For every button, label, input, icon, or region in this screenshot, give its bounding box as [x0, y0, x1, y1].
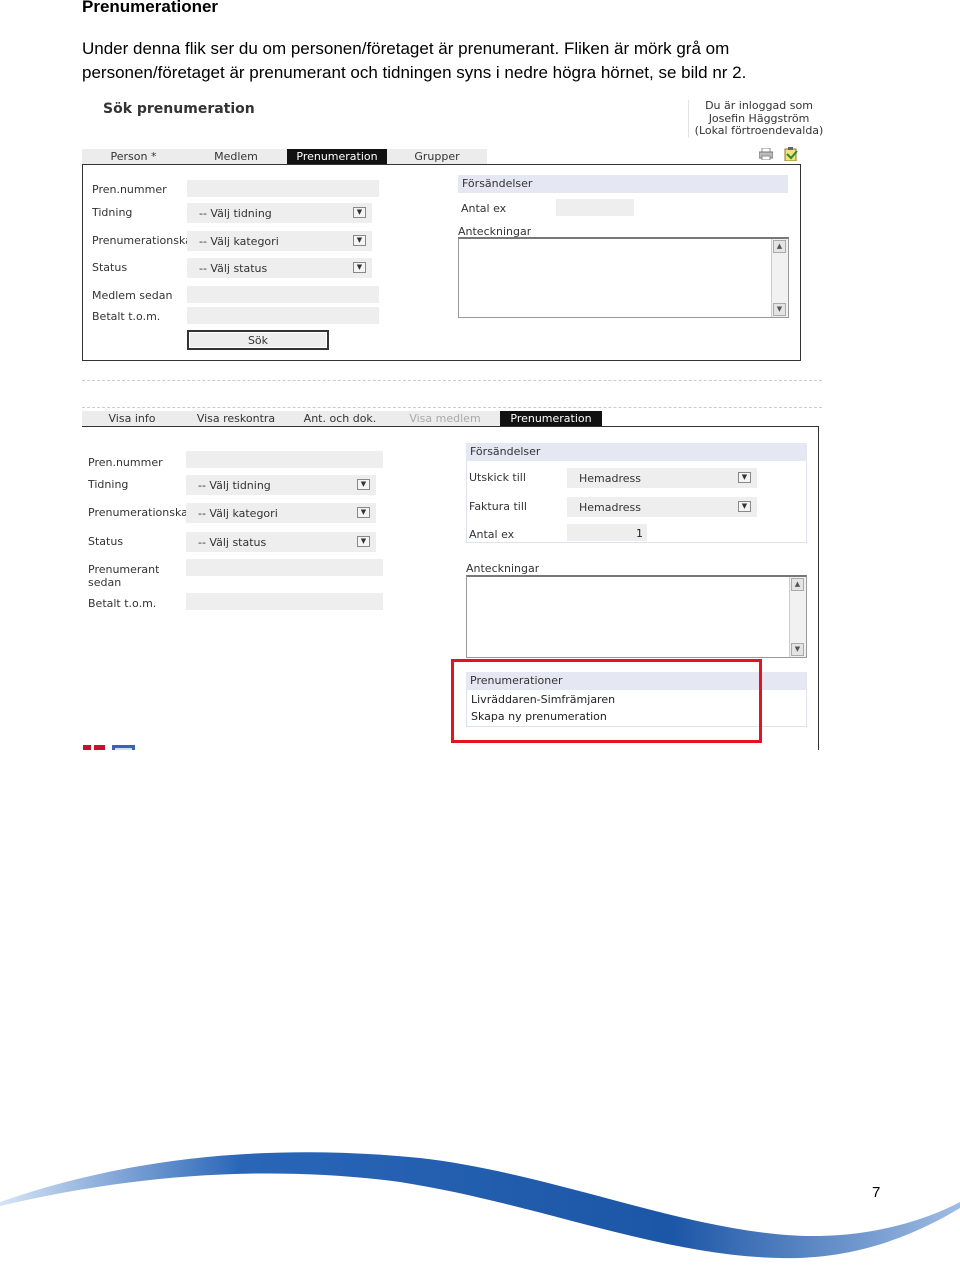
medlem-sedan-input[interactable] — [187, 286, 379, 303]
tidning-select[interactable]: -- Välj tidning ▼ — [186, 475, 376, 495]
forsandelser-header: Försändelser — [458, 175, 788, 193]
kategori-select[interactable]: -- Välj kategori ▼ — [186, 503, 376, 523]
scroll-up-icon[interactable]: ▲ — [773, 240, 786, 253]
panel-right-border — [818, 426, 819, 750]
antal-ex-value: 1 — [636, 527, 643, 540]
page-title: Sök prenumeration — [103, 101, 255, 117]
faktura-select[interactable]: Hemadress ▼ — [567, 497, 757, 517]
betalt-input[interactable] — [186, 593, 383, 610]
tab-visa-medlem[interactable]: Visa medlem — [390, 411, 500, 426]
print-icon[interactable] — [758, 147, 774, 161]
flag-icon — [83, 742, 105, 750]
label-prenumerant-line-2: sedan — [88, 576, 122, 589]
label-antal-ex: Antal ex — [461, 202, 507, 215]
tab-visa-reskontra[interactable]: Visa reskontra — [182, 411, 290, 426]
utskick-select-value: Hemadress — [579, 472, 641, 485]
label-prenumerant-line-1: Prenumerant — [88, 563, 160, 576]
anteckningar-textarea[interactable]: ▲ ▼ — [458, 237, 789, 318]
tab-prenumeration[interactable]: Prenumeration — [287, 149, 387, 164]
pren-nummer-input[interactable] — [187, 180, 379, 197]
panel-top-border — [82, 426, 819, 427]
faktura-select-value: Hemadress — [579, 501, 641, 514]
antal-ex-input[interactable] — [556, 199, 634, 216]
status-select-value: -- Välj status — [199, 262, 268, 275]
scroll-down-icon[interactable]: ▼ — [791, 643, 804, 656]
divider — [82, 380, 822, 381]
tab-medlem[interactable]: Medlem — [185, 149, 287, 164]
tab-visa-info[interactable]: Visa info — [82, 411, 182, 426]
tab-grupper[interactable]: Grupper — [387, 149, 487, 164]
screenshot-subscriber-view: Visa info Visa reskontra Ant. och dok. V… — [0, 400, 960, 760]
label-antal-ex: Antal ex — [469, 528, 515, 541]
clipboard-icon[interactable] — [784, 147, 798, 162]
scroll-up-icon[interactable]: ▲ — [791, 578, 804, 591]
label-betalt: Betalt t.o.m. — [92, 310, 161, 323]
label-kategori: Prenumerationskategori — [92, 234, 187, 247]
scrollbar[interactable]: ▲ ▼ — [771, 239, 788, 317]
label-kategori: Prenumerationskategori — [88, 506, 186, 519]
search-button[interactable]: Sök — [187, 330, 329, 350]
forsandelser-header: Försändelser — [466, 443, 807, 461]
logo-icon — [112, 742, 135, 750]
chevron-down-icon[interactable]: ▼ — [357, 536, 370, 547]
status-select-value: -- Välj status — [198, 536, 267, 549]
label-tidning: Tidning — [92, 206, 133, 219]
label-tidning: Tidning — [88, 478, 129, 491]
tab-person[interactable]: Person * — [82, 149, 185, 164]
label-pren-nummer: Pren.nummer — [92, 183, 167, 196]
kategori-select-value: -- Välj kategori — [198, 507, 278, 520]
tab-bar: Visa info Visa reskontra Ant. och dok. V… — [82, 411, 602, 426]
chevron-down-icon[interactable]: ▼ — [738, 472, 751, 483]
label-betalt: Betalt t.o.m. — [88, 597, 157, 610]
chevron-down-icon[interactable]: ▼ — [738, 501, 751, 512]
prenumerant-sedan-input[interactable] — [186, 559, 383, 576]
login-role: (Lokal förtroendevalda) — [694, 124, 824, 137]
label-anteckningar: Anteckningar — [466, 562, 540, 575]
kategori-select[interactable]: -- Välj kategori ▼ — [187, 231, 372, 251]
tidning-select[interactable]: -- Välj tidning ▼ — [187, 203, 372, 223]
chevron-down-icon[interactable]: ▼ — [353, 235, 366, 246]
scrollbar[interactable]: ▲ ▼ — [789, 577, 806, 657]
tidning-select-value: -- Välj tidning — [198, 479, 271, 492]
tab-prenumeration[interactable]: Prenumeration — [500, 411, 602, 426]
utskick-select[interactable]: Hemadress ▼ — [567, 468, 757, 488]
chevron-down-icon[interactable]: ▼ — [357, 507, 370, 518]
tab-ant-och-dok[interactable]: Ant. och dok. — [290, 411, 390, 426]
kategori-select-value: -- Välj kategori — [199, 235, 279, 248]
anteckningar-textarea[interactable]: ▲ ▼ — [466, 575, 807, 658]
scroll-down-icon[interactable]: ▼ — [773, 303, 786, 316]
label-pren-nummer: Pren.nummer — [88, 456, 163, 469]
label-status: Status — [92, 261, 128, 274]
chevron-down-icon[interactable]: ▼ — [353, 207, 366, 218]
tidning-select-value: -- Välj tidning — [199, 207, 272, 220]
chevron-down-icon[interactable]: ▼ — [357, 479, 370, 490]
label-prenumerant-sedan: Prenumerant sedan — [88, 563, 159, 589]
label-medlem-sedan: Medlem sedan — [92, 289, 173, 302]
login-info: Du är inloggad som Josefin Häggström (Lo… — [688, 99, 829, 138]
tab-bar: Person * Medlem Prenumeration Grupper — [82, 149, 487, 164]
footer-wave-graphic — [0, 1140, 960, 1270]
screenshot-search-subscription: Sök prenumeration Du är inloggad som Jos… — [0, 0, 960, 380]
antal-ex-input[interactable]: 1 — [567, 524, 647, 541]
pren-nummer-input[interactable] — [186, 451, 383, 468]
betalt-input[interactable] — [187, 307, 379, 324]
label-status: Status — [88, 535, 124, 548]
label-faktura: Faktura till — [469, 500, 527, 513]
chevron-down-icon[interactable]: ▼ — [353, 262, 366, 273]
page-number: 7 — [872, 1184, 881, 1201]
highlight-box — [451, 659, 762, 743]
status-select[interactable]: -- Välj status ▼ — [187, 258, 372, 278]
label-utskick: Utskick till — [469, 471, 526, 484]
status-select[interactable]: -- Välj status ▼ — [186, 532, 376, 552]
login-line-1: Du är inloggad som — [705, 99, 813, 112]
